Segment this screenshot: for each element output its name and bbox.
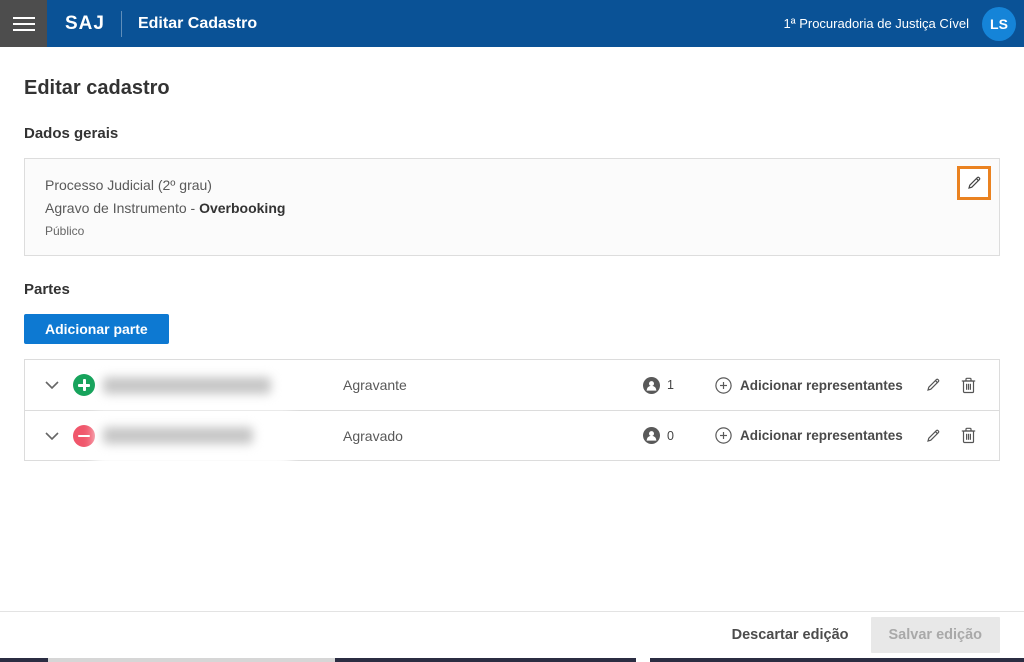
visibility-label: Público xyxy=(45,224,979,238)
avatar[interactable]: LS xyxy=(982,7,1016,41)
parte-row: Agravado 0 Adicionar representantes xyxy=(25,410,999,460)
parte-role: Agravante xyxy=(343,377,643,393)
pencil-icon xyxy=(966,175,982,191)
save-button[interactable]: Salvar edição xyxy=(871,617,1001,653)
add-representantes-link[interactable]: Adicionar representantes xyxy=(715,377,924,394)
representative-count: 1 xyxy=(643,377,695,394)
taskbar-edge xyxy=(0,658,1024,662)
dados-gerais-heading: Dados gerais xyxy=(24,125,1000,142)
process-subject: Agravo de Instrumento - Overbooking xyxy=(45,200,979,216)
taskbar-edge-segment xyxy=(636,658,650,662)
edit-parte-button[interactable] xyxy=(924,427,942,445)
parte-role: Agravado xyxy=(343,428,643,444)
row-actions xyxy=(924,427,977,445)
menu-button[interactable] xyxy=(0,0,47,47)
hamburger-icon xyxy=(13,23,35,25)
add-parte-button[interactable]: Adicionar parte xyxy=(24,314,169,344)
row-actions xyxy=(924,376,977,394)
main-content: Editar cadastro Dados gerais Processo Ju… xyxy=(0,47,1024,461)
topbar-right: 1ª Procuradoria de Justiça Cível LS xyxy=(784,7,1024,41)
hamburger-icon xyxy=(13,17,35,19)
parte-row: Agravante 1 Adicionar representantes xyxy=(25,360,999,410)
status-minus-icon xyxy=(73,425,95,447)
add-representantes-label: Adicionar representantes xyxy=(740,378,903,393)
parte-name xyxy=(103,427,343,444)
process-type: Processo Judicial (2º grau) xyxy=(45,177,979,193)
dados-gerais-card: Processo Judicial (2º grau) Agravo de In… xyxy=(24,158,1000,256)
partes-table: Agravante 1 Adicionar representantes xyxy=(24,359,1000,461)
partes-heading: Partes xyxy=(24,281,1000,298)
edit-dados-button[interactable] xyxy=(957,166,991,200)
subject-bold: Overbooking xyxy=(199,200,285,216)
chevron-down-icon[interactable] xyxy=(43,376,61,394)
plus-circle-icon xyxy=(715,377,732,394)
chevron-down-icon[interactable] xyxy=(43,427,61,445)
app-window: SAJ Editar Cadastro 1ª Procuradoria de J… xyxy=(0,0,1024,662)
redacted-name xyxy=(103,427,253,444)
person-icon xyxy=(643,377,660,394)
delete-parte-button[interactable] xyxy=(959,427,977,445)
footer-bar: Descartar edição Salvar edição xyxy=(0,611,1024,658)
subject-prefix: Agravo de Instrumento - xyxy=(45,200,199,216)
unit-label: 1ª Procuradoria de Justiça Cível xyxy=(784,16,969,31)
edit-parte-button[interactable] xyxy=(924,376,942,394)
count-value: 1 xyxy=(667,378,674,392)
topbar-divider xyxy=(121,11,122,37)
person-icon xyxy=(643,427,660,444)
topbar-title: Editar Cadastro xyxy=(138,15,257,33)
topbar: SAJ Editar Cadastro 1ª Procuradoria de J… xyxy=(0,0,1024,47)
redacted-name xyxy=(103,377,271,394)
status-plus-icon xyxy=(73,374,95,396)
representative-count: 0 xyxy=(643,427,695,444)
discard-button[interactable]: Descartar edição xyxy=(726,619,855,651)
parte-name xyxy=(103,377,343,394)
plus-circle-icon xyxy=(715,427,732,444)
taskbar-edge-segment xyxy=(48,658,335,662)
count-value: 0 xyxy=(667,429,674,443)
delete-parte-button[interactable] xyxy=(959,376,977,394)
page-title: Editar cadastro xyxy=(24,77,1000,100)
hamburger-icon xyxy=(13,29,35,31)
add-representantes-link[interactable]: Adicionar representantes xyxy=(715,427,924,444)
add-representantes-label: Adicionar representantes xyxy=(740,428,903,443)
app-logo[interactable]: SAJ xyxy=(65,13,105,35)
